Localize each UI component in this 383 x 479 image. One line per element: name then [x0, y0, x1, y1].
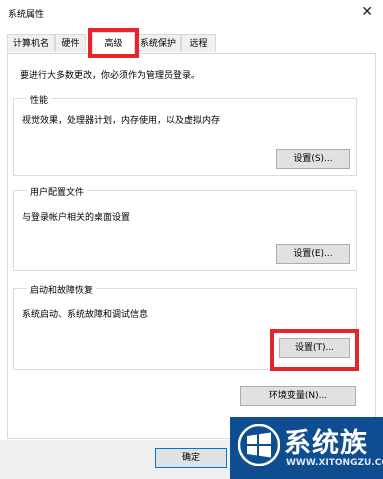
tab-advanced[interactable]: 高级: [88, 28, 139, 58]
performance-title: 性能: [27, 93, 52, 106]
user-profiles-group: 用户配置文件 与登录帐户相关的桌面设置 设置(E)...: [13, 185, 357, 271]
user-profiles-title: 用户配置文件: [27, 185, 88, 198]
tab-strip: 计算机名 硬件 高级 系统保护 远程: [7, 28, 375, 58]
close-icon[interactable]: ✕: [361, 4, 373, 20]
watermark: 系统族 WWW.XITONGZU.COM: [230, 417, 383, 479]
tab-system-protection[interactable]: 系统保护: [135, 34, 181, 52]
startup-recovery-settings-button[interactable]: 设置(T)...: [279, 338, 350, 358]
performance-settings-button[interactable]: 设置(S)...: [276, 149, 350, 169]
watermark-url: WWW.XITONGZU.COM: [286, 458, 383, 468]
watermark-name: 系统族: [284, 428, 368, 459]
performance-group: 性能 视觉效果，处理器计划，内存使用，以及虚拟内存 设置(S)...: [13, 93, 357, 176]
startup-recovery-title: 启动和故障恢复: [27, 283, 97, 296]
ok-button[interactable]: 确定: [155, 448, 227, 468]
user-profiles-desc: 与登录帐户相关的桌面设置: [22, 213, 131, 223]
performance-desc: 视觉效果，处理器计划，内存使用，以及虚拟内存: [22, 116, 221, 126]
startup-recovery-group: 启动和故障恢复 系统启动、系统故障和调试信息 设置(T)...: [13, 283, 357, 370]
tab-remote[interactable]: 远程: [181, 34, 216, 52]
environment-variables-button[interactable]: 环境变量(N)...: [240, 386, 356, 406]
title-bar: 系统属性 ✕: [0, 0, 383, 26]
window-title: 系统属性: [8, 10, 45, 20]
windows-logo-icon: [238, 424, 280, 466]
tab-hardware[interactable]: 硬件: [55, 34, 86, 52]
user-profiles-settings-button[interactable]: 设置(E)...: [276, 244, 350, 264]
admin-note: 要进行大多数更改，你必须作为管理员登录。: [20, 71, 201, 81]
startup-recovery-desc: 系统启动、系统故障和调试信息: [22, 310, 149, 320]
tab-computer-name[interactable]: 计算机名: [7, 34, 55, 52]
